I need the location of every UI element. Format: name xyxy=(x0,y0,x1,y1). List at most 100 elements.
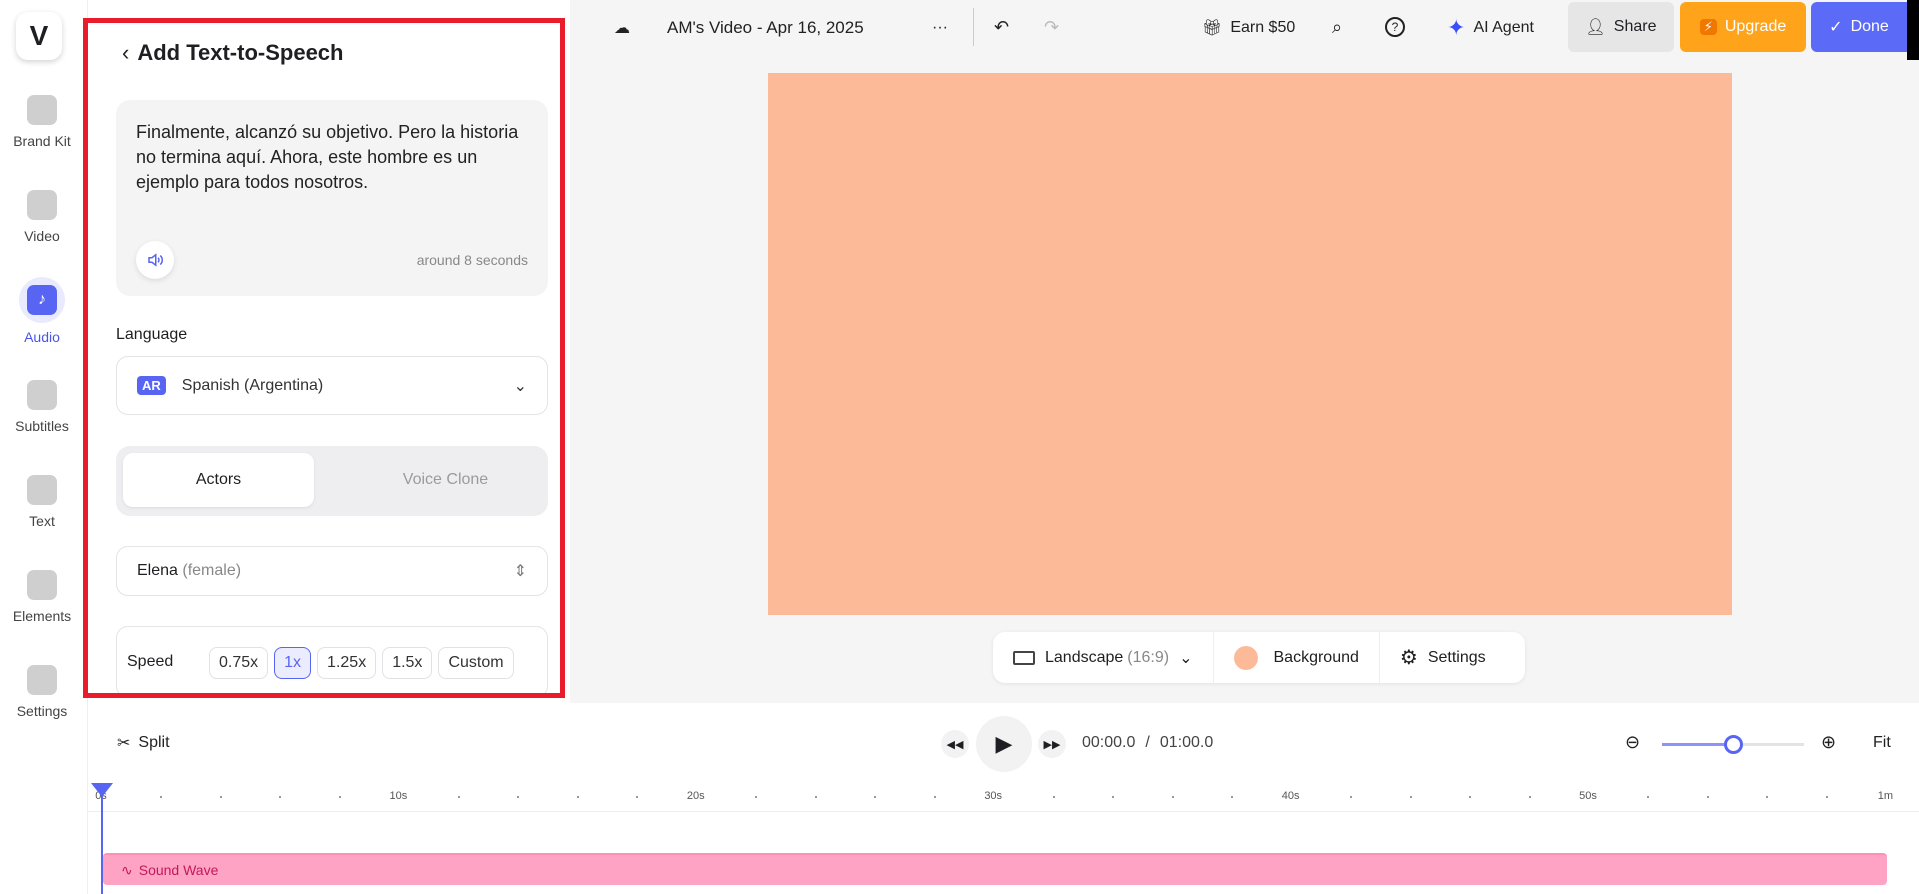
gift-icon: 🎁︎ xyxy=(1202,19,1223,37)
ratio-label: (16:9) xyxy=(1127,648,1170,666)
playhead-handle[interactable] xyxy=(91,783,113,797)
lightning-icon: ⚡︎ xyxy=(1699,19,1717,35)
active-halo: ♪ xyxy=(19,277,65,323)
sidebar-item-subtitles[interactable]: Subtitles xyxy=(0,380,84,434)
done-label: Done xyxy=(1850,18,1889,35)
ruler-tick xyxy=(1766,796,1769,798)
upgrade-button[interactable]: ⚡︎ Upgrade xyxy=(1680,2,1806,52)
gear-icon: ⚙︎ xyxy=(1399,647,1418,669)
ruler-tick xyxy=(1528,796,1531,798)
divider xyxy=(973,8,974,46)
format-select[interactable]: Landscape (16:9) ⌄ xyxy=(993,632,1214,683)
sidebar-item-label: Brand Kit xyxy=(13,133,71,149)
earn-button[interactable]: 🎁︎ Earn $50 xyxy=(1202,18,1295,38)
clip-label: Sound Wave xyxy=(138,862,219,878)
settings-icon xyxy=(27,665,57,695)
zoom-out-button[interactable]: ⊖ xyxy=(1625,732,1640,753)
ruler-tick xyxy=(1647,796,1650,798)
sidebar-item-elements[interactable]: Elements xyxy=(0,570,84,624)
sidebar-item-text[interactable]: Text xyxy=(0,475,84,529)
ruler-tick xyxy=(219,796,222,798)
ruler-divider xyxy=(88,811,1919,812)
play-button[interactable]: ▶ xyxy=(976,716,1032,772)
voice-gender: (female) xyxy=(182,562,242,579)
ruler-tick xyxy=(517,796,520,798)
language-code-badge: AR xyxy=(137,376,166,395)
ruler-tick xyxy=(1409,796,1412,798)
sidebar-item-label: Settings xyxy=(16,703,68,719)
speed-option[interactable]: 0.75x xyxy=(209,647,269,679)
tab-voice-clone[interactable]: Voice Clone xyxy=(350,453,541,507)
ruler-tick xyxy=(814,796,817,798)
chevron-updown-icon: ⇕ xyxy=(513,563,527,580)
speed-section: Speed 0.75x 1x 1.25x 1.5x Custom xyxy=(116,626,548,698)
sidebar-item-label: Text xyxy=(29,513,55,529)
tab-actors[interactable]: Actors xyxy=(123,453,314,507)
fit-button[interactable]: Fit xyxy=(1873,734,1891,752)
language-select[interactable]: AR Spanish (Argentina) ⌄ xyxy=(116,356,548,415)
speed-option[interactable]: 1.5x xyxy=(382,647,433,679)
time-readout: 00:00.0 / 01:00.0 xyxy=(1082,734,1213,752)
voice-select[interactable]: Elena (female) ⇕ xyxy=(116,546,548,596)
speed-option[interactable]: Custom xyxy=(438,647,514,679)
speaker-icon xyxy=(148,253,163,267)
chevron-down-icon: ⌄ xyxy=(513,377,527,395)
rewind-button[interactable]: ◀◀ xyxy=(941,730,969,758)
preview-speaker-button[interactable] xyxy=(136,241,174,279)
zoom-slider[interactable] xyxy=(1662,735,1804,754)
window-edge xyxy=(1907,0,1919,60)
music-note-icon: ♪ xyxy=(27,285,57,315)
ai-agent-button[interactable]: ✦ AI Agent xyxy=(1447,15,1534,41)
elements-icon xyxy=(27,570,57,600)
ruler-tick xyxy=(1231,796,1234,798)
ruler-tick xyxy=(457,796,460,798)
done-button[interactable]: ✓ Done xyxy=(1811,2,1907,52)
sidebar-item-video[interactable]: Video xyxy=(0,190,84,244)
ruler-tick xyxy=(1171,796,1174,798)
search-button[interactable]: ⌕ xyxy=(1332,17,1342,38)
tts-textarea[interactable]: Finalmente, alcanzó su objetivo. Pero la… xyxy=(136,120,536,195)
help-button[interactable]: ? xyxy=(1385,17,1405,37)
sparkle-icon: ✦ xyxy=(1447,14,1466,40)
sound-wave-clip[interactable]: ∿ Sound Wave xyxy=(103,853,1887,885)
share-button[interactable]: 👤︎ Share xyxy=(1568,2,1674,52)
sidebar-item-label: Subtitles xyxy=(15,418,69,434)
sidebar-item-audio[interactable]: ♪ Audio xyxy=(0,277,84,345)
ruler-tick-label: 1m xyxy=(1877,790,1894,802)
sidebar-item-settings[interactable]: Settings xyxy=(0,665,84,719)
speed-option[interactable]: 1x xyxy=(274,647,312,679)
ruler-tick xyxy=(755,796,758,798)
ruler-tick xyxy=(160,796,163,798)
playhead[interactable] xyxy=(101,790,103,894)
video-canvas[interactable] xyxy=(768,73,1732,615)
background-button[interactable]: Background xyxy=(1214,632,1380,683)
project-title[interactable]: AM's Video - Apr 16, 2025 xyxy=(667,18,864,38)
panel-header[interactable]: ‹ Add Text-to-Speech xyxy=(122,40,343,66)
fast-forward-button[interactable]: ▶▶ xyxy=(1038,730,1066,758)
canvas-settings-button[interactable]: ⚙︎ Settings xyxy=(1380,632,1506,683)
landscape-icon xyxy=(1013,650,1035,665)
left-rail: V Brand Kit Video ♪ Audio Subtitles Text Eleme… xyxy=(0,0,88,894)
logo[interactable]: V xyxy=(16,12,62,60)
undo-button[interactable]: ↶ xyxy=(994,17,1009,38)
back-chevron-icon[interactable]: ‹ xyxy=(122,40,129,65)
zoom-slider-handle[interactable] xyxy=(1724,735,1743,754)
voice-source-tabs: Actors Voice Clone xyxy=(116,446,548,516)
panel-title: Add Text-to-Speech xyxy=(137,40,344,65)
background-color-swatch xyxy=(1233,645,1258,670)
redo-button[interactable]: ↷ xyxy=(1044,17,1059,38)
brand-kit-icon xyxy=(27,95,57,125)
sidebar-item-brand-kit[interactable]: Brand Kit xyxy=(0,95,84,149)
sidebar-item-label: Video xyxy=(24,228,60,244)
speed-label: Speed xyxy=(127,653,174,670)
ruler-tick xyxy=(1469,796,1472,798)
zoom-in-button[interactable]: ⊕ xyxy=(1821,732,1836,753)
background-label: Background xyxy=(1273,648,1359,666)
canvas-toolbar: Landscape (16:9) ⌄ Background ⚙︎ Settings xyxy=(993,632,1525,683)
ruler-tick xyxy=(338,796,341,798)
speed-option[interactable]: 1.25x xyxy=(317,647,377,679)
more-options-button[interactable]: ··· xyxy=(932,19,948,37)
ruler-tick-label: 30s xyxy=(984,790,1003,802)
split-button[interactable]: ✂ Split xyxy=(117,733,170,753)
format-label: Landscape xyxy=(1045,648,1124,666)
